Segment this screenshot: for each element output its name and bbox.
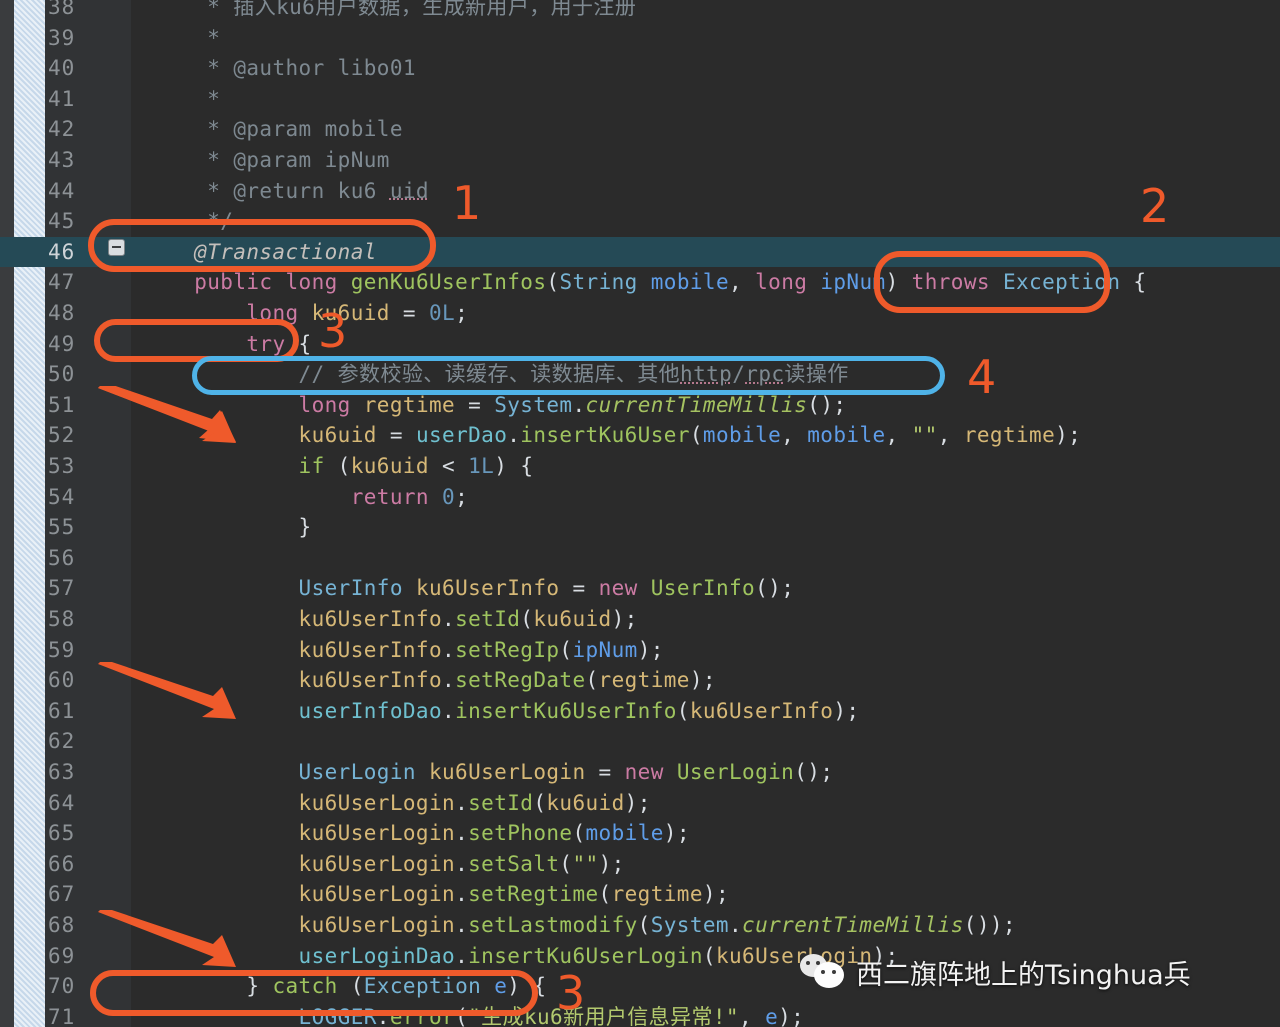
code-line-65[interactable]: 65 ku6UserLogin.setPhone(mobile); xyxy=(0,818,1280,849)
line-content: */ xyxy=(142,209,234,234)
line-number: 56 xyxy=(48,545,76,570)
line-number: 46 xyxy=(48,239,76,264)
line-number: 41 xyxy=(48,86,76,111)
code-line-49[interactable]: 49 try { xyxy=(0,329,1280,360)
line-content: ku6UserInfo.setRegIp(ipNum); xyxy=(298,637,664,662)
line-content: public long genKu6UserInfos(String mobil… xyxy=(194,270,1147,295)
line-number: 62 xyxy=(48,729,76,754)
code-line-62[interactable]: 62 xyxy=(0,726,1280,757)
line-number: 38 xyxy=(48,0,76,19)
line-number: 66 xyxy=(48,851,76,876)
pointer-arrow-insert-userinfo xyxy=(98,662,236,719)
code-line-56[interactable]: 56 xyxy=(0,543,1280,574)
callout-label-2: 2 xyxy=(1140,179,1170,233)
line-number: 57 xyxy=(48,576,76,601)
line-content: * xyxy=(142,86,221,111)
line-number: 42 xyxy=(48,117,76,142)
code-line-43[interactable]: 43 * @param ipNum xyxy=(0,145,1280,176)
line-content: * 插入ku6用户数据，生成新用户，用于注册 xyxy=(142,0,637,19)
code-line-38[interactable]: 38 * 插入ku6用户数据，生成新用户，用于注册 xyxy=(0,0,1280,23)
callout-label-1: 1 xyxy=(452,176,482,230)
callout-label-4: 4 xyxy=(967,350,997,404)
line-content: * @param ipNum xyxy=(142,148,390,172)
line-number: 54 xyxy=(48,484,76,509)
line-content: try { xyxy=(246,331,312,356)
line-number: 44 xyxy=(48,178,76,203)
code-editor-screenshot: 38 * 插入ku6用户数据，生成新用户，用于注册 39 * 40 * @autho… xyxy=(0,0,1280,1027)
line-content: userLoginDao.insertKu6UserLogin(ku6UserL… xyxy=(298,943,899,968)
code-line-39[interactable]: 39 * xyxy=(0,23,1280,54)
code-line-48[interactable]: 48 long ku6uid = 0L; xyxy=(0,298,1280,329)
line-number: 64 xyxy=(48,790,76,815)
code-line-59[interactable]: 59 ku6UserInfo.setRegIp(ipNum); xyxy=(0,635,1280,666)
line-number: 71 xyxy=(48,1004,76,1027)
line-content: userInfoDao.insertKu6UserInfo(ku6UserInf… xyxy=(298,698,860,723)
line-number: 55 xyxy=(48,515,76,540)
code-line-44[interactable]: 44 * @return ku6 uid xyxy=(0,176,1280,207)
code-line-46[interactable]: 46 @Transactional xyxy=(0,236,1280,268)
wechat-icon xyxy=(800,952,848,992)
line-number: 47 xyxy=(48,270,76,295)
code-fold-minus-icon[interactable] xyxy=(108,239,125,256)
code-line-66[interactable]: 66 ku6UserLogin.setSalt(""); xyxy=(0,849,1280,880)
code-line-54[interactable]: 54 return 0; xyxy=(0,482,1280,513)
line-content: * @param mobile xyxy=(142,117,403,142)
line-content: // 参数校验、读缓存、读数据库、其他http/rpc读操作 xyxy=(142,362,849,387)
line-number: 65 xyxy=(48,821,76,846)
code-line-42[interactable]: 42 * @param mobile xyxy=(0,114,1280,145)
line-content: ku6UserLogin.setId(ku6uid); xyxy=(298,790,651,815)
line-number: 49 xyxy=(48,331,76,356)
pointer-arrow-insert-userlogin xyxy=(98,910,236,967)
line-content: LOGGER.error("生成ku6新用户信息异常!", e); xyxy=(298,1004,805,1027)
pointer-arrow-insert-user xyxy=(98,386,236,443)
line-content: long ku6uid = 0L; xyxy=(246,301,469,325)
code-line-67[interactable]: 67 ku6UserLogin.setRegtime(regtime); xyxy=(0,879,1280,910)
line-content: UserLogin ku6UserLogin = new UserLogin()… xyxy=(298,760,834,784)
line-number: 63 xyxy=(48,760,76,784)
line-content: UserInfo ku6UserInfo = new UserInfo(); xyxy=(298,576,795,601)
watermark-text: 西二旗阵地上的Tsinghua兵 xyxy=(856,959,1191,991)
line-number: 48 xyxy=(48,301,76,325)
code-line-53[interactable]: 53 if (ku6uid < 1L) { xyxy=(0,451,1280,482)
line-number: 53 xyxy=(48,454,76,478)
line-content: * xyxy=(142,25,221,50)
code-line-55[interactable]: 55 } xyxy=(0,512,1280,543)
code-line-71[interactable]: 71 LOGGER.error("生成ku6新用户信息异常!", e); xyxy=(0,1002,1280,1027)
code-line-47[interactable]: 47 public long genKu6UserInfos(String mo… xyxy=(0,267,1280,298)
line-content: } xyxy=(298,515,312,540)
line-content: return 0; xyxy=(350,484,469,509)
watermark: 西二旗阵地上的Tsinghua兵 xyxy=(800,952,1191,992)
line-content: long regtime = System.currentTimeMillis(… xyxy=(298,392,847,417)
code-line-64[interactable]: 64 ku6UserLogin.setId(ku6uid); xyxy=(0,788,1280,819)
line-content: ku6UserLogin.setLastmodify(System.curren… xyxy=(298,913,1016,937)
line-content: if (ku6uid < 1L) { xyxy=(298,454,534,478)
code-line-41[interactable]: 41 * xyxy=(0,84,1280,115)
line-content: ku6uid = userDao.insertKu6User(mobile, m… xyxy=(298,423,1082,448)
code-line-58[interactable]: 58 ku6UserInfo.setId(ku6uid); xyxy=(0,604,1280,635)
callout-label-3-try: 3 xyxy=(318,304,348,358)
line-content: * @return ku6 uid xyxy=(142,178,429,203)
line-number: 40 xyxy=(48,56,76,81)
line-content: @Transactional xyxy=(142,239,377,264)
line-content: ku6UserLogin.setRegtime(regtime); xyxy=(298,882,729,907)
line-number: 58 xyxy=(48,607,76,631)
line-number: 43 xyxy=(48,148,76,172)
code-line-40[interactable]: 40 * @author libo01 xyxy=(0,53,1280,84)
line-number: 67 xyxy=(48,882,76,907)
line-number: 39 xyxy=(48,25,76,50)
line-content: * @author libo01 xyxy=(142,56,416,81)
line-content: ku6UserInfo.setId(ku6uid); xyxy=(298,607,638,631)
line-content: ku6UserLogin.setSalt(""); xyxy=(298,851,625,876)
code-line-57[interactable]: 57 UserInfo ku6UserInfo = new UserInfo()… xyxy=(0,573,1280,604)
code-line-63[interactable]: 63 UserLogin ku6UserLogin = new UserLogi… xyxy=(0,757,1280,788)
line-number: 59 xyxy=(48,637,76,662)
code-line-45[interactable]: 45 */ xyxy=(0,206,1280,237)
line-content: ku6UserLogin.setPhone(mobile); xyxy=(298,821,690,846)
callout-label-3-catch: 3 xyxy=(556,966,586,1020)
line-number: 45 xyxy=(48,209,76,234)
